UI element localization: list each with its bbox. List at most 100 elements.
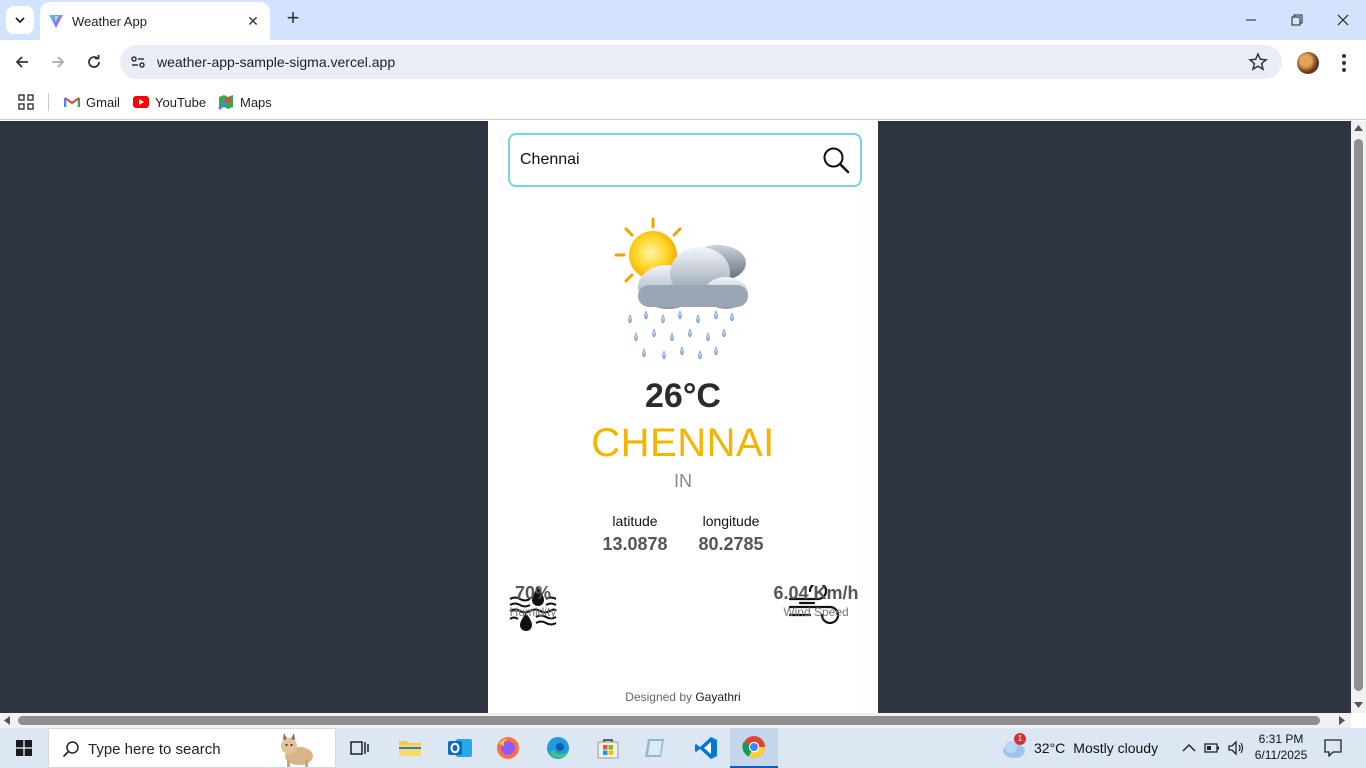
battery-icon[interactable] <box>1204 741 1220 755</box>
bookmark-label: YouTube <box>155 94 207 110</box>
sun-cloud-rain-icon <box>614 217 748 360</box>
edge-icon <box>547 737 569 759</box>
footer-prefix: Designed by <box>625 690 692 704</box>
back-button[interactable] <box>8 48 36 76</box>
chevron-down-icon <box>15 17 25 24</box>
longitude-label: longitude <box>702 513 760 529</box>
bookmark-star-icon[interactable] <box>1248 52 1268 72</box>
bookmark-youtube[interactable]: YouTube <box>133 93 206 111</box>
chrome-icon <box>742 736 765 758</box>
address-bar[interactable]: weather-app-sample-sigma.vercel.app <box>120 45 1282 79</box>
task-view-icon <box>350 741 369 755</box>
vite-favicon-icon <box>49 15 63 28</box>
taskbar-outlook[interactable] <box>436 728 484 768</box>
new-tab-button[interactable]: + <box>282 7 304 30</box>
horizontal-scroll-thumb[interactable] <box>18 716 1320 725</box>
close-tab-icon[interactable]: ✕ <box>244 12 262 30</box>
latitude-label: latitude <box>612 513 658 529</box>
start-button[interactable] <box>0 728 48 768</box>
humidity-stat: 70% Humidity <box>498 583 568 619</box>
footer-credit: Designed by Gayathri <box>488 690 878 704</box>
taskbar-chrome[interactable] <box>730 728 778 768</box>
firefox-icon <box>497 737 519 759</box>
wind-value: 6.04 Km/h <box>773 583 859 603</box>
browser-tab[interactable]: Weather App ✕ <box>40 2 270 40</box>
browser-menu-button[interactable] <box>1334 50 1354 76</box>
taskbar-search-placeholder: Type here to search <box>88 741 221 758</box>
taskbar-app-generic[interactable] <box>632 728 680 768</box>
taskbar-weather-desc: Mostly cloudy <box>1073 740 1159 756</box>
clock-time: 6:31 PM <box>1258 732 1304 746</box>
store-icon <box>597 739 619 759</box>
taskbar-vscode[interactable] <box>682 728 730 768</box>
windows-logo-icon <box>16 740 32 756</box>
outlook-icon <box>448 739 472 757</box>
wind-stat: 6.04 Km/h Wind Speed <box>764 583 868 619</box>
latitude-block: latitude 13.0878 <box>590 513 680 555</box>
arrow-right-icon <box>52 56 65 68</box>
task-view-button[interactable] <box>336 728 384 768</box>
restore-button[interactable] <box>1274 6 1320 34</box>
taskbar-store[interactable] <box>584 728 632 768</box>
taskbar: Type here to search 1 32°C Mostly cloudy… <box>0 728 1366 768</box>
bookmarks-divider <box>48 93 49 111</box>
search-icon <box>62 741 79 758</box>
folder-icon <box>399 741 421 756</box>
notification-center-icon[interactable] <box>1324 739 1342 757</box>
notebook-app-icon <box>645 739 664 757</box>
close-icon <box>1337 14 1349 26</box>
bookmark-label: Maps <box>240 94 272 110</box>
volume-icon[interactable] <box>1227 740 1245 756</box>
forward-button[interactable] <box>44 48 72 76</box>
scroll-down-arrow-icon[interactable] <box>1354 702 1363 708</box>
site-info-icon[interactable] <box>128 52 148 72</box>
taskbar-firefox[interactable] <box>484 728 532 768</box>
taskbar-clock[interactable]: 6:31 PM 6/11/2025 <box>1250 731 1312 763</box>
taskbar-search-box[interactable]: Type here to search <box>48 728 336 768</box>
bookmark-gmail[interactable]: Gmail <box>64 93 120 111</box>
taskbar-file-explorer[interactable] <box>386 728 434 768</box>
longitude-block: longitude 80.2785 <box>686 513 776 555</box>
url-text[interactable]: weather-app-sample-sigma.vercel.app <box>157 54 395 70</box>
bookmark-maps[interactable]: Maps <box>218 93 272 111</box>
horizontal-scrollbar[interactable] <box>0 713 1351 728</box>
page-viewport: 26°C CHENNAI IN latitude 13.0878 longitu… <box>0 121 1351 713</box>
taskbar-edge[interactable] <box>534 728 582 768</box>
clock-date: 6/11/2025 <box>1254 748 1308 762</box>
scroll-left-arrow-icon[interactable] <box>4 716 10 725</box>
weather-card: 26°C CHENNAI IN latitude 13.0878 longitu… <box>488 121 878 713</box>
tab-title: Weather App <box>72 14 147 29</box>
youtube-icon <box>133 96 149 108</box>
bookmark-label: Gmail <box>86 94 120 110</box>
temperature: 26°C <box>645 377 721 415</box>
city-search-input[interactable] <box>520 147 810 173</box>
longitude-value: 80.2785 <box>698 534 764 554</box>
vertical-scroll-thumb[interactable] <box>1354 139 1363 691</box>
arrow-left-icon <box>15 56 28 68</box>
scroll-right-arrow-icon[interactable] <box>1339 716 1345 725</box>
chevron-up-icon[interactable] <box>1182 743 1196 753</box>
cloud-icon: 1 <box>1000 733 1026 759</box>
search-box <box>508 133 862 187</box>
search-highlight-lynx-icon <box>281 733 313 767</box>
taskbar-weather-temp: 32°C <box>1034 740 1066 756</box>
search-icon[interactable] <box>822 146 850 174</box>
apps-button[interactable] <box>18 93 34 111</box>
close-window-button[interactable] <box>1320 6 1366 34</box>
weather-alert-badge: 1 <box>1014 733 1026 745</box>
minimize-button[interactable] <box>1228 6 1274 34</box>
wind-label: Wind Speed <box>783 605 849 619</box>
profile-avatar[interactable] <box>1297 52 1319 74</box>
maps-icon <box>218 95 233 110</box>
taskbar-weather-widget[interactable]: 1 32°C Mostly cloudy <box>1000 733 1159 760</box>
scroll-up-arrow-icon[interactable] <box>1354 125 1363 131</box>
tab-search-button[interactable] <box>6 6 34 34</box>
reload-button[interactable] <box>80 48 108 76</box>
vscode-icon <box>695 737 717 759</box>
browser-toolbar: weather-app-sample-sigma.vercel.app <box>0 40 1366 85</box>
browser-titlebar: Weather App ✕ + <box>0 0 1366 40</box>
humidity-label: Humidity <box>509 605 557 619</box>
restore-icon <box>1291 14 1303 26</box>
vertical-scrollbar[interactable] <box>1351 121 1366 713</box>
minimize-icon <box>1246 19 1256 21</box>
